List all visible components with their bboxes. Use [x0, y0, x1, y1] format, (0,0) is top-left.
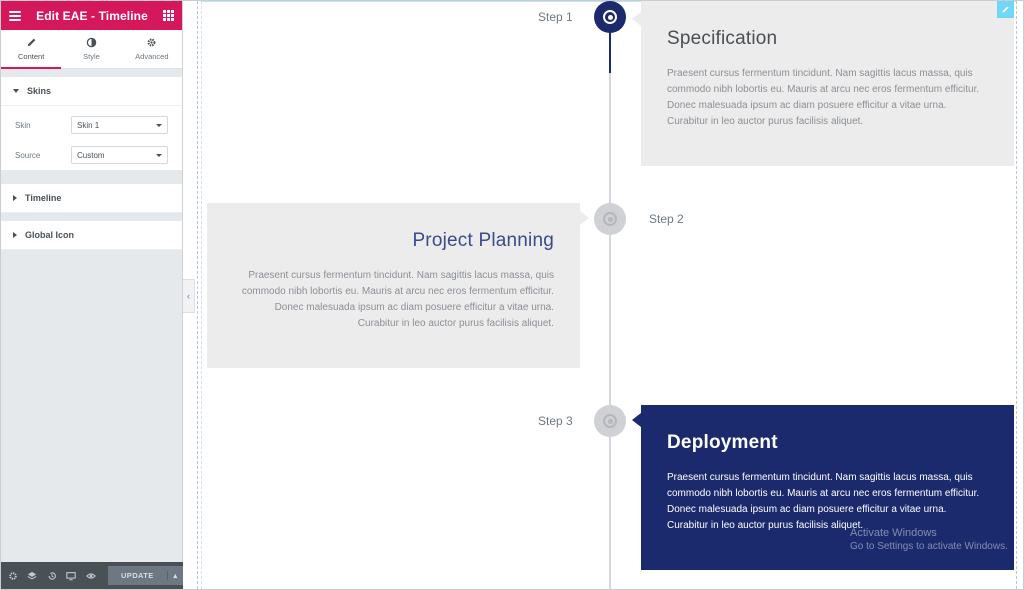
card-pointer-2: [580, 211, 589, 225]
edit-widget-pencil-icon[interactable]: [997, 1, 1014, 18]
collapse-panel-button[interactable]: ‹: [183, 279, 195, 313]
editor-panel: Edit EAE - Timeline Content Style Advanc…: [1, 1, 184, 589]
step-2-label: Step 2: [649, 212, 684, 226]
hamburger-menu-icon[interactable]: [9, 10, 21, 21]
skin-label: Skin: [15, 120, 31, 130]
card-1-text: Praesent cursus fermentum tincidunt. Nam…: [667, 68, 980, 127]
caret-right-icon: [13, 232, 17, 238]
half-circle-icon: [86, 37, 97, 48]
settings-gear-icon[interactable]: [6, 569, 20, 583]
section-skins-heading: Skins: [27, 86, 52, 96]
watermark-line-1: Activate Windows: [850, 527, 937, 539]
card-2-title: Project Planning: [412, 230, 554, 251]
section-global-icon: Global Icon: [1, 221, 182, 250]
panel-spacer: [1, 213, 182, 221]
timeline-line: [609, 31, 611, 589]
windows-activation-watermark: Activate Windows Go to Settings to activ…: [850, 527, 1008, 553]
watermark-line-2: Go to Settings to activate Windows.: [850, 541, 1008, 552]
section-guide-right: [1016, 1, 1017, 589]
timeline-card-2: Project Planning Praesent cursus ferment…: [207, 203, 580, 368]
target-icon: [607, 14, 613, 20]
update-button-label: UPDATE: [120, 571, 154, 580]
tab-style[interactable]: Style: [61, 30, 121, 68]
eye-icon[interactable]: [84, 569, 98, 583]
source-label: Source: [15, 150, 41, 160]
card-3-text: Praesent cursus fermentum tincidunt. Nam…: [667, 472, 980, 531]
step-3-label: Step 3: [538, 414, 573, 428]
card-pointer-3: [632, 413, 641, 427]
tab-advanced-label: Advanced: [135, 52, 169, 61]
chevron-down-icon: [156, 123, 162, 127]
section-global-icon-heading: Global Icon: [25, 230, 75, 240]
timeline-card-1: Specification Praesent cursus fermentum …: [641, 1, 1014, 166]
card-2-text: Praesent cursus fermentum tincidunt. Nam…: [241, 270, 554, 329]
tab-content[interactable]: Content: [1, 30, 62, 69]
section-timeline-toggle[interactable]: Timeline: [1, 184, 182, 213]
source-select[interactable]: Custom: [71, 146, 168, 164]
desktop-icon[interactable]: [65, 569, 79, 583]
gear-icon: [147, 38, 156, 47]
timeline-node-3: [594, 405, 626, 437]
tab-content-label: Content: [18, 52, 45, 61]
widgets-grid-icon[interactable]: [162, 10, 174, 21]
column-guide-left: [201, 1, 202, 589]
layers-icon[interactable]: [26, 569, 40, 583]
tab-advanced[interactable]: Advanced: [122, 30, 182, 68]
source-control: Source Custom: [1, 140, 182, 170]
history-icon[interactable]: [45, 569, 59, 583]
app-window: Edit EAE - Timeline Content Style Advanc…: [0, 0, 1024, 590]
caret-down-icon: [13, 89, 19, 93]
update-button[interactable]: UPDATE ▴: [107, 566, 184, 585]
timeline-progress-line: [609, 31, 611, 73]
card-3-title: Deployment: [667, 432, 778, 453]
target-icon: [607, 418, 613, 424]
skin-select-value: Skin 1: [77, 120, 100, 130]
panel-spacer: [1, 69, 182, 77]
panel-spacer: [1, 176, 182, 184]
panel-tabs: Content Style Advanced: [1, 30, 182, 69]
timeline-node-1: [594, 1, 626, 33]
section-skins: Skins Skin Skin 1 Source Custom: [1, 77, 182, 170]
section-global-icon-toggle[interactable]: Global Icon: [1, 221, 182, 250]
target-icon: [607, 216, 613, 222]
step-1-label: Step 1: [538, 10, 573, 24]
tab-style-label: Style: [83, 52, 100, 61]
panel-header: Edit EAE - Timeline: [1, 1, 182, 30]
section-skins-toggle[interactable]: Skins: [1, 77, 182, 106]
timeline-node-2: [594, 203, 626, 235]
panel-title: Edit EAE - Timeline: [36, 8, 148, 23]
chevron-down-icon: [156, 153, 162, 157]
section-timeline: Timeline: [1, 184, 182, 213]
caret-right-icon: [13, 195, 17, 201]
pencil-icon: [27, 38, 36, 47]
card-1-title: Specification: [667, 28, 778, 49]
panel-footer: UPDATE ▴: [1, 562, 184, 589]
skin-select[interactable]: Skin 1: [71, 116, 168, 134]
caret-up-icon[interactable]: ▴: [167, 571, 183, 580]
skin-control: Skin Skin 1: [1, 110, 182, 140]
card-pointer-1: [632, 12, 641, 26]
section-timeline-heading: Timeline: [25, 193, 62, 203]
source-select-value: Custom: [77, 150, 105, 160]
section-guide-left: [197, 1, 198, 589]
chevron-left-icon: ‹: [187, 291, 190, 301]
